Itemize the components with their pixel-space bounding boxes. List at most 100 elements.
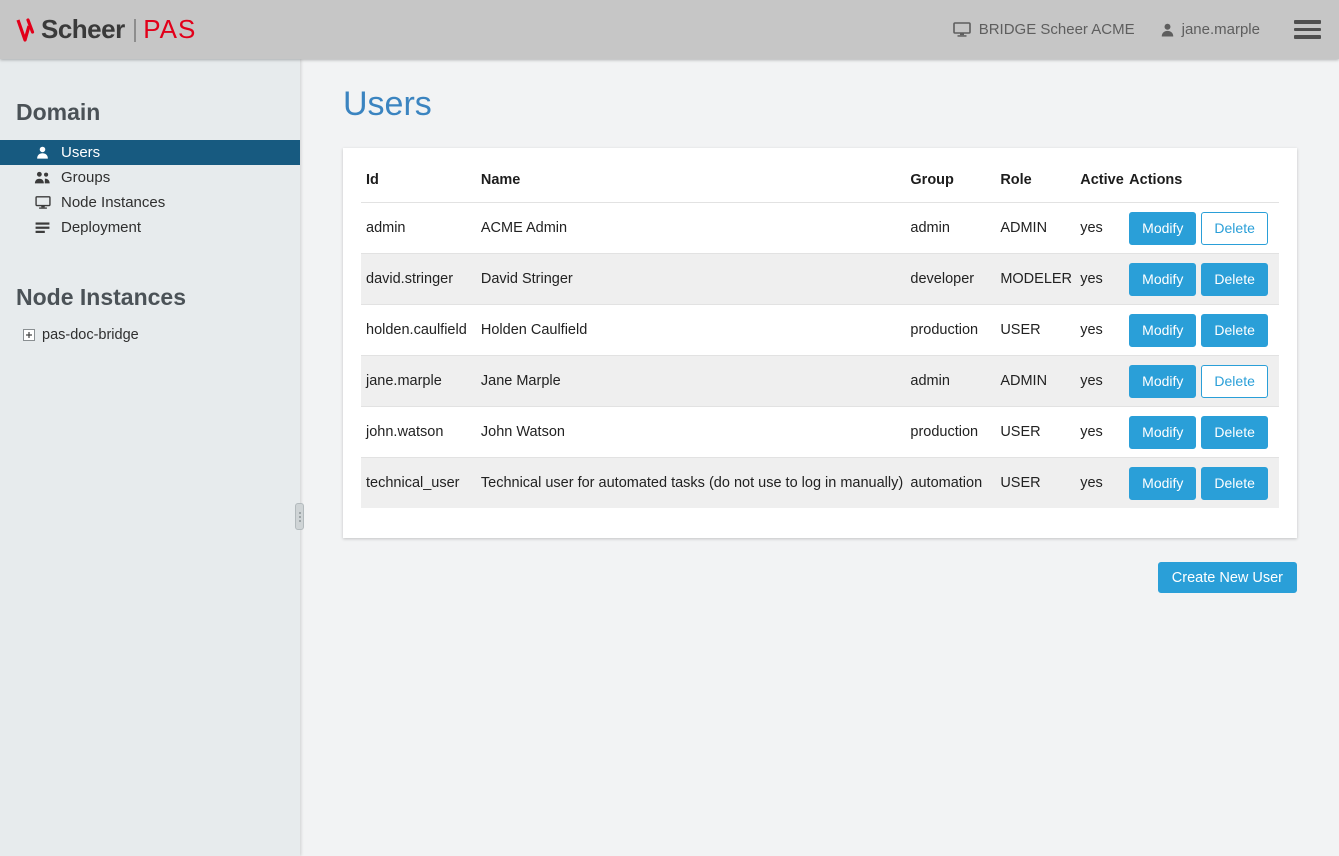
users-table-card: Id Name Group Role Active Actions admin … [343,148,1297,538]
table-footer-actions: Create New User [343,562,1297,593]
user-role-cell: USER [995,424,1075,440]
user-actions-cell: Modify Delete [1129,263,1279,296]
column-header-name: Name [476,172,906,188]
delete-button[interactable]: Delete [1201,212,1267,245]
page-title: Users [343,85,1297,124]
delete-button[interactable]: Delete [1201,263,1267,296]
user-id-cell: admin [361,220,476,236]
logo-text-pas: PAS [143,14,196,45]
modify-button[interactable]: Modify [1129,416,1196,449]
user-actions-cell: Modify Delete [1129,314,1279,347]
user-role-cell: USER [995,322,1075,338]
delete-button[interactable]: Delete [1201,467,1267,500]
sidebar-item-label: Users [61,144,100,161]
topbar-right: BRIDGE Scheer ACME jane.marple [927,20,1321,39]
user-name-cell: John Watson [476,424,906,440]
modify-button[interactable]: Modify [1129,314,1196,347]
user-name-cell: ACME Admin [476,220,906,236]
plus-square-icon[interactable] [23,329,35,341]
table-row: technical_user Technical user for automa… [361,457,1279,508]
create-new-user-button[interactable]: Create New User [1158,562,1297,593]
node-instances-heading: Node Instances [16,284,300,311]
user-menu[interactable]: jane.marple [1161,21,1260,38]
table-row: jane.marple Jane Marple admin ADMIN yes … [361,355,1279,406]
column-header-actions: Actions [1129,172,1279,188]
sidebar-item-deployment[interactable]: Deployment [0,215,300,240]
sidebar-item-users[interactable]: Users [0,140,300,165]
user-group-cell: developer [905,271,995,287]
user-id-cell: technical_user [361,475,476,491]
user-group-cell: admin [905,220,995,236]
scheer-logo-icon [16,16,38,43]
monitor-icon [34,196,51,209]
user-active-cell: yes [1075,220,1129,236]
hamburger-menu-icon[interactable] [1294,20,1321,39]
app-logo: Scheer | PAS [16,14,196,45]
user-actions-cell: Modify Delete [1129,212,1279,245]
user-actions-cell: Modify Delete [1129,467,1279,500]
modify-button[interactable]: Modify [1129,365,1196,398]
logo-text-scheer: Scheer [41,14,125,45]
delete-button[interactable]: Delete [1201,314,1267,347]
table-header-row: Id Name Group Role Active Actions [361,158,1279,202]
user-active-cell: yes [1075,373,1129,389]
user-active-cell: yes [1075,322,1129,338]
user-role-cell: ADMIN [995,373,1075,389]
table-row: holden.caulfield Holden Caulfield produc… [361,304,1279,355]
user-actions-cell: Modify Delete [1129,365,1279,398]
modify-button[interactable]: Modify [1129,263,1196,296]
delete-button[interactable]: Delete [1201,365,1267,398]
sidebar-resize-handle[interactable] [295,503,304,530]
user-role-cell: MODELER [995,271,1075,287]
list-icon [34,222,51,234]
sidebar-item-groups[interactable]: Groups [0,165,300,190]
monitor-icon [953,22,971,37]
current-user-label: jane.marple [1182,21,1260,38]
column-header-group: Group [905,172,995,188]
bridge-label: BRIDGE Scheer ACME [979,21,1135,38]
user-group-cell: automation [905,475,995,491]
tree-item-pas-doc-bridge[interactable]: pas-doc-bridge [23,327,300,343]
user-id-cell: jane.marple [361,373,476,389]
user-id-cell: david.stringer [361,271,476,287]
user-group-cell: production [905,322,995,338]
user-name-cell: David Stringer [476,271,906,287]
modify-button[interactable]: Modify [1129,212,1196,245]
sidebar-item-label: Groups [61,169,110,186]
tree-item-label: pas-doc-bridge [42,327,139,343]
user-name-cell: Holden Caulfield [476,322,906,338]
table-row: admin ACME Admin admin ADMIN yes Modify … [361,202,1279,253]
table-row: david.stringer David Stringer developer … [361,253,1279,304]
main-content: Users Id Name Group Role Active Actions … [300,59,1339,856]
user-active-cell: yes [1075,271,1129,287]
users-table-body: admin ACME Admin admin ADMIN yes Modify … [361,202,1279,508]
user-name-cell: Technical user for automated tasks (do n… [476,475,906,491]
column-header-active: Active [1075,172,1129,188]
delete-button[interactable]: Delete [1201,416,1267,449]
user-role-cell: ADMIN [995,220,1075,236]
user-icon [34,146,51,159]
user-group-cell: admin [905,373,995,389]
sidebar-item-node-instances[interactable]: Node Instances [0,190,300,215]
column-header-id: Id [361,172,476,188]
user-name-cell: Jane Marple [476,373,906,389]
person-icon [1161,23,1174,37]
bridge-indicator: BRIDGE Scheer ACME [953,21,1135,38]
user-actions-cell: Modify Delete [1129,416,1279,449]
modify-button[interactable]: Modify [1129,467,1196,500]
user-role-cell: USER [995,475,1075,491]
sidebar-item-label: Deployment [61,219,141,236]
domain-heading: Domain [16,99,300,126]
domain-nav: Users Groups [0,140,300,240]
user-id-cell: john.watson [361,424,476,440]
user-id-cell: holden.caulfield [361,322,476,338]
column-header-role: Role [995,172,1075,188]
sidebar: Domain Users [0,59,300,856]
sidebar-item-label: Node Instances [61,194,165,211]
user-active-cell: yes [1075,475,1129,491]
users-icon [34,171,51,184]
user-active-cell: yes [1075,424,1129,440]
layout: Domain Users [0,59,1339,856]
table-row: john.watson John Watson production USER … [361,406,1279,457]
user-group-cell: production [905,424,995,440]
